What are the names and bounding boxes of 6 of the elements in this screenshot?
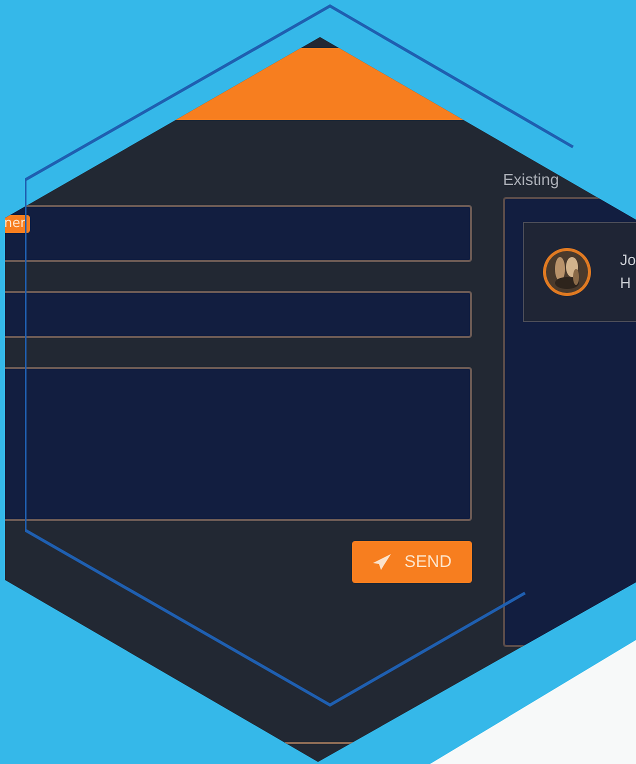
contact-detail: H: [620, 275, 632, 292]
section-label: Existing: [503, 172, 560, 191]
contact-name: Jo: [620, 252, 636, 269]
send-button[interactable]: SEND: [352, 541, 472, 583]
contact-card[interactable]: Jo H: [523, 222, 636, 322]
paper-plane-icon: [372, 553, 392, 571]
